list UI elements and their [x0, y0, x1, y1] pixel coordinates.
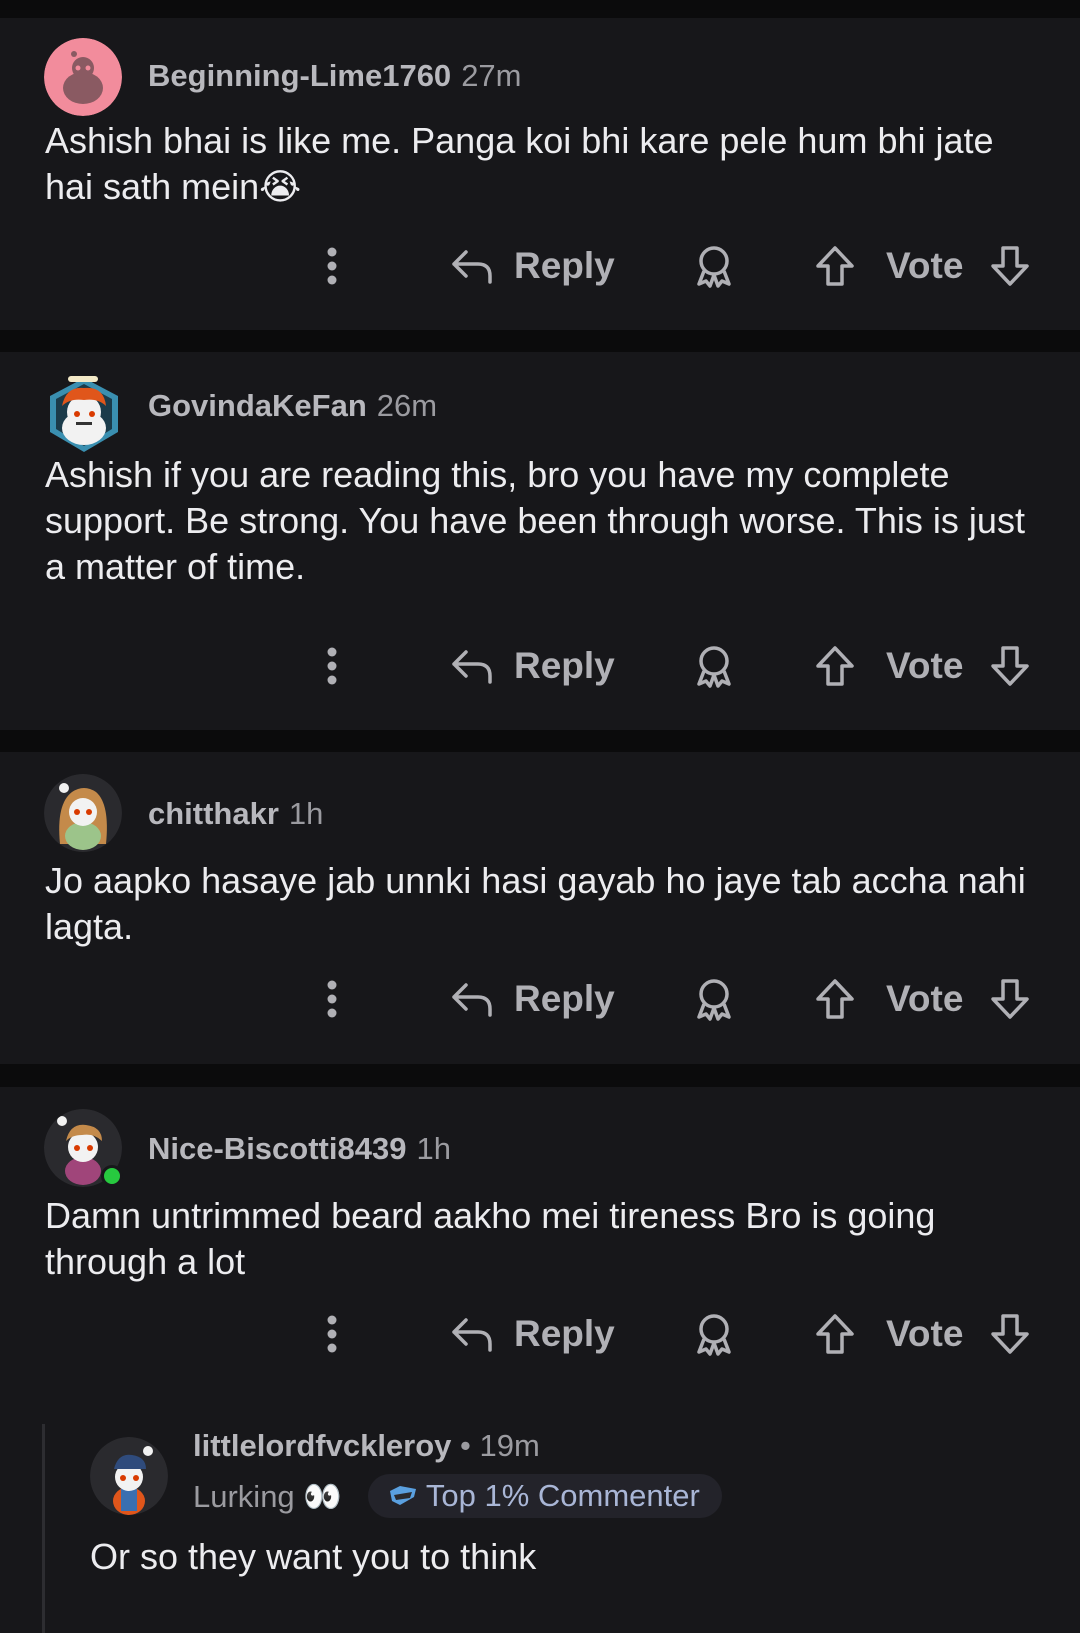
upvote-button[interactable] — [815, 636, 855, 696]
downvote-arrow-icon — [991, 646, 1029, 686]
more-options-button[interactable] — [326, 236, 338, 296]
comment-actions: Reply Vote — [0, 969, 1080, 1029]
comment-text: Ashish if you are reading this, bro you … — [45, 454, 1025, 587]
award-button[interactable] — [694, 636, 734, 696]
reply-arrow-icon — [452, 650, 492, 684]
reply-meta: littlelordfvckleroy • 19m — [193, 1428, 540, 1464]
award-button[interactable] — [694, 1304, 734, 1364]
reply-label: Reply — [514, 978, 615, 1019]
reply-button[interactable]: Reply — [450, 636, 615, 696]
downvote-arrow-icon — [991, 979, 1029, 1019]
upvote-arrow-icon — [816, 1314, 854, 1354]
reply-label: Reply — [514, 1313, 615, 1354]
username[interactable]: Nice-Biscotti8439 — [148, 1131, 406, 1166]
timestamp: 1h — [416, 1131, 451, 1166]
comment-meta: GovindaKeFan 26m — [148, 388, 437, 424]
user-avatar[interactable] — [42, 372, 126, 456]
more-vertical-icon — [327, 1315, 337, 1353]
reply-username[interactable]: littlelordfvckleroy — [193, 1428, 451, 1463]
vote-label: Vote — [886, 1313, 964, 1354]
reply-label: Reply — [514, 245, 615, 286]
meta-separator: • — [460, 1428, 471, 1463]
more-vertical-icon — [327, 647, 337, 685]
timestamp: 27m — [461, 58, 522, 93]
user-avatar[interactable] — [44, 774, 122, 852]
username[interactable]: Beginning-Lime1760 — [148, 58, 451, 93]
reply-button[interactable]: Reply — [450, 236, 615, 296]
more-vertical-icon — [327, 980, 337, 1018]
comment-text: Jo aapko hasaye jab unnki hasi gayab ho … — [45, 860, 1026, 947]
upvote-button[interactable] — [815, 1304, 855, 1364]
award-icon — [697, 1314, 731, 1356]
vote-label: Vote — [886, 978, 964, 1019]
award-icon — [697, 246, 731, 288]
user-avatar[interactable] — [44, 38, 122, 116]
online-status-dot — [101, 1165, 123, 1187]
comment-meta: chitthakr 1h — [148, 796, 323, 832]
username[interactable]: chitthakr — [148, 796, 279, 831]
upvote-arrow-icon — [816, 646, 854, 686]
comment-card: chitthakr 1h Jo aapko hasaye jab unnki ha… — [0, 752, 1080, 1064]
comment-card: GovindaKeFan 26m Ashish if you are readin… — [0, 352, 1080, 730]
thread-line[interactable] — [42, 1424, 45, 1633]
upvote-arrow-icon — [816, 246, 854, 286]
downvote-button[interactable] — [990, 636, 1030, 696]
more-options-button[interactable] — [326, 636, 338, 696]
upvote-button[interactable] — [815, 969, 855, 1029]
username[interactable]: GovindaKeFan — [148, 388, 367, 423]
downvote-button[interactable] — [990, 969, 1030, 1029]
top-commenter-badge[interactable]: Top 1% Commenter — [367, 1474, 722, 1518]
vote-label: Vote — [886, 245, 964, 286]
comment-card: Beginning-Lime1760 27m Ashish bhai is lik… — [0, 18, 1080, 330]
comment-meta: Nice-Biscotti8439 1h — [148, 1131, 451, 1167]
vote-label: Vote — [886, 645, 964, 686]
comment-actions: Reply Vote — [0, 636, 1080, 696]
user-flair-row: Lurking 👀 Top 1% Commenter — [193, 1474, 722, 1518]
timestamp: 26m — [376, 388, 438, 423]
more-options-button[interactable] — [326, 969, 338, 1029]
award-button[interactable] — [694, 969, 734, 1029]
comment-text: Ashish bhai is like me. Panga koi bhi ka… — [45, 120, 994, 207]
reply-arrow-icon — [452, 250, 492, 284]
reply-text: Or so they want you to think — [90, 1536, 537, 1577]
award-icon — [697, 646, 731, 688]
reply-user-avatar[interactable] — [90, 1437, 168, 1515]
upvote-arrow-icon — [816, 979, 854, 1019]
comment-meta: Beginning-Lime1760 27m — [148, 58, 522, 94]
more-vertical-icon — [327, 247, 337, 285]
comment-actions: Reply Vote — [0, 1304, 1080, 1364]
timestamp: 1h — [288, 796, 324, 831]
award-button[interactable] — [694, 236, 734, 296]
downvote-button[interactable] — [990, 236, 1030, 296]
reply-button[interactable]: Reply — [450, 1304, 615, 1364]
downvote-button[interactable] — [990, 1304, 1030, 1364]
reply-arrow-icon — [452, 1318, 492, 1352]
downvote-arrow-icon — [991, 246, 1029, 286]
reply-timestamp: 19m — [479, 1428, 540, 1463]
award-icon — [697, 979, 731, 1021]
reply-label: Reply — [514, 645, 615, 686]
comment-actions: Reply Vote — [0, 236, 1080, 296]
more-options-button[interactable] — [326, 1304, 338, 1364]
comment-text: Damn untrimmed beard aakho mei tireness … — [45, 1195, 936, 1282]
downvote-arrow-icon — [991, 1314, 1029, 1354]
reply-arrow-icon — [452, 983, 492, 1017]
reply-button[interactable]: Reply — [450, 969, 615, 1029]
badge-label: Top 1% Commenter — [425, 1478, 700, 1513]
top-commenter-icon — [389, 1486, 416, 1505]
user-flair: Lurking 👀 — [193, 1478, 342, 1514]
upvote-button[interactable] — [815, 236, 855, 296]
